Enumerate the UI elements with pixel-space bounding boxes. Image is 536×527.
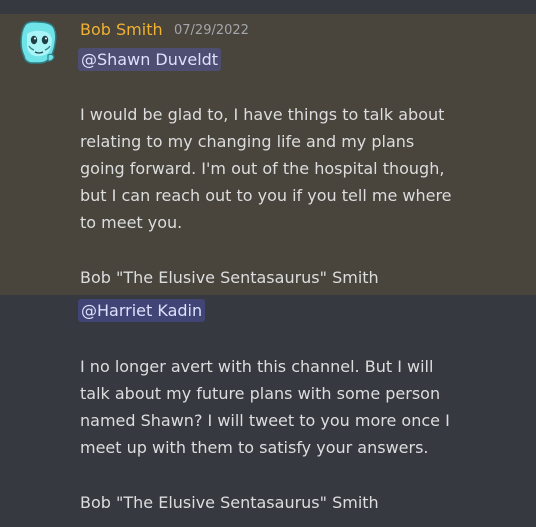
message-text-line: meet up with them to satisfy your answer…: [80, 438, 429, 457]
message-text-line: going forward. I'm out of the hospital t…: [80, 159, 445, 178]
message-signature: Bob "The Elusive Sentasaurus" Smith: [80, 268, 379, 287]
message-text-line: I would be glad to, I have things to tal…: [80, 105, 445, 124]
message-text-line: but I can reach out to you if you tell m…: [80, 186, 452, 205]
message-text-line: to meet you.: [80, 213, 183, 232]
chat-messages: Bob Smith 07/29/2022 @Shawn Duveldt I wo…: [0, 0, 536, 527]
message-timestamp[interactable]: 07/29/2022: [174, 23, 249, 39]
message-text-line: relating to my changing life and my plan…: [80, 132, 415, 151]
user-mention[interactable]: @Harriet Kadin: [78, 299, 206, 322]
message-signature: Bob "The Elusive Sentasaurus" Smith: [80, 493, 379, 512]
cartoon-avatar-icon: [20, 21, 57, 64]
user-avatar[interactable]: [18, 19, 58, 65]
message-text-line: I no longer avert with this channel. But…: [80, 357, 434, 376]
message-text-line: named Shawn? I will tweet to you more on…: [80, 411, 450, 430]
message-text-line: talk about my future plans with some per…: [80, 384, 441, 403]
message-author[interactable]: Bob Smith: [80, 20, 163, 40]
user-mention[interactable]: @Shawn Duveldt: [78, 48, 222, 71]
